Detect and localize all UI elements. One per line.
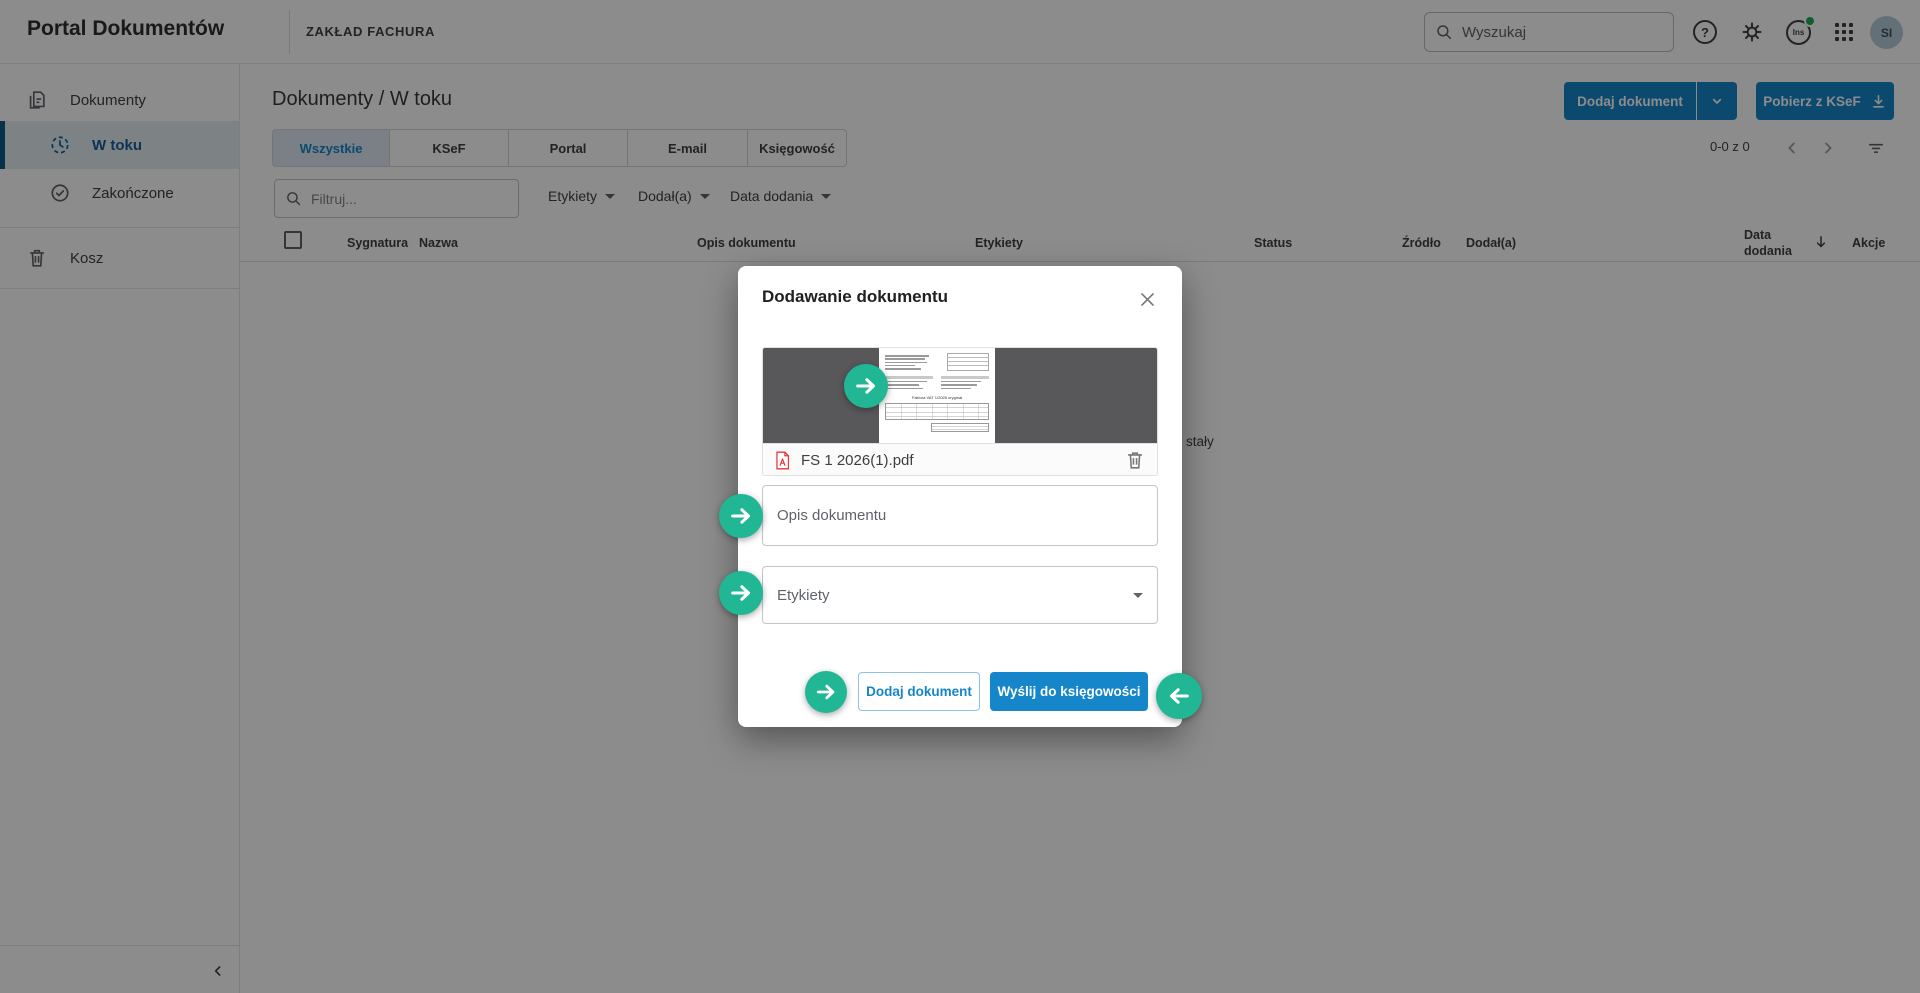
remove-file-trash-icon[interactable]: [1124, 449, 1146, 471]
pdf-icon: [774, 451, 791, 470]
annotation-arrow-labels: [719, 571, 763, 615]
description-placeholder: Opis dokumentu: [777, 507, 1143, 524]
annotation-arrow-preview: [844, 364, 888, 408]
close-icon[interactable]: [1134, 286, 1160, 312]
preview-canvas[interactable]: Faktura VAT 1/2026 oryginał: [763, 348, 1157, 443]
file-name: FS 1 2026(1).pdf: [801, 452, 1114, 469]
labels-select[interactable]: Etykiety: [762, 566, 1158, 624]
add-document-modal: Dodawanie dokumentu: [738, 266, 1182, 727]
attached-file-row: FS 1 2026(1).pdf: [763, 443, 1157, 476]
labels-select-value: Etykiety: [777, 587, 1133, 604]
portal-app: Portal Dokumentów ZAKŁAD FACHURA Wyszuka…: [0, 0, 1920, 993]
document-preview: Faktura VAT 1/2026 oryginał FS 1 2026(1)…: [762, 347, 1158, 476]
thumbnail-caption: Faktura VAT 1/2026 oryginał: [885, 395, 989, 400]
annotation-arrow-send-button: [1156, 673, 1202, 719]
invoice-thumbnail: Faktura VAT 1/2026 oryginał: [879, 348, 995, 443]
send-to-accounting-button[interactable]: Wyślij do księgowości: [990, 672, 1148, 711]
caret-down-icon: [1133, 593, 1143, 598]
annotation-arrow-description: [719, 494, 763, 538]
modal-title: Dodawanie dokumentu: [762, 287, 948, 307]
modal-add-document-button[interactable]: Dodaj dokument: [858, 672, 980, 711]
description-input[interactable]: Opis dokumentu: [762, 485, 1158, 546]
annotation-arrow-add-button: [805, 671, 847, 713]
